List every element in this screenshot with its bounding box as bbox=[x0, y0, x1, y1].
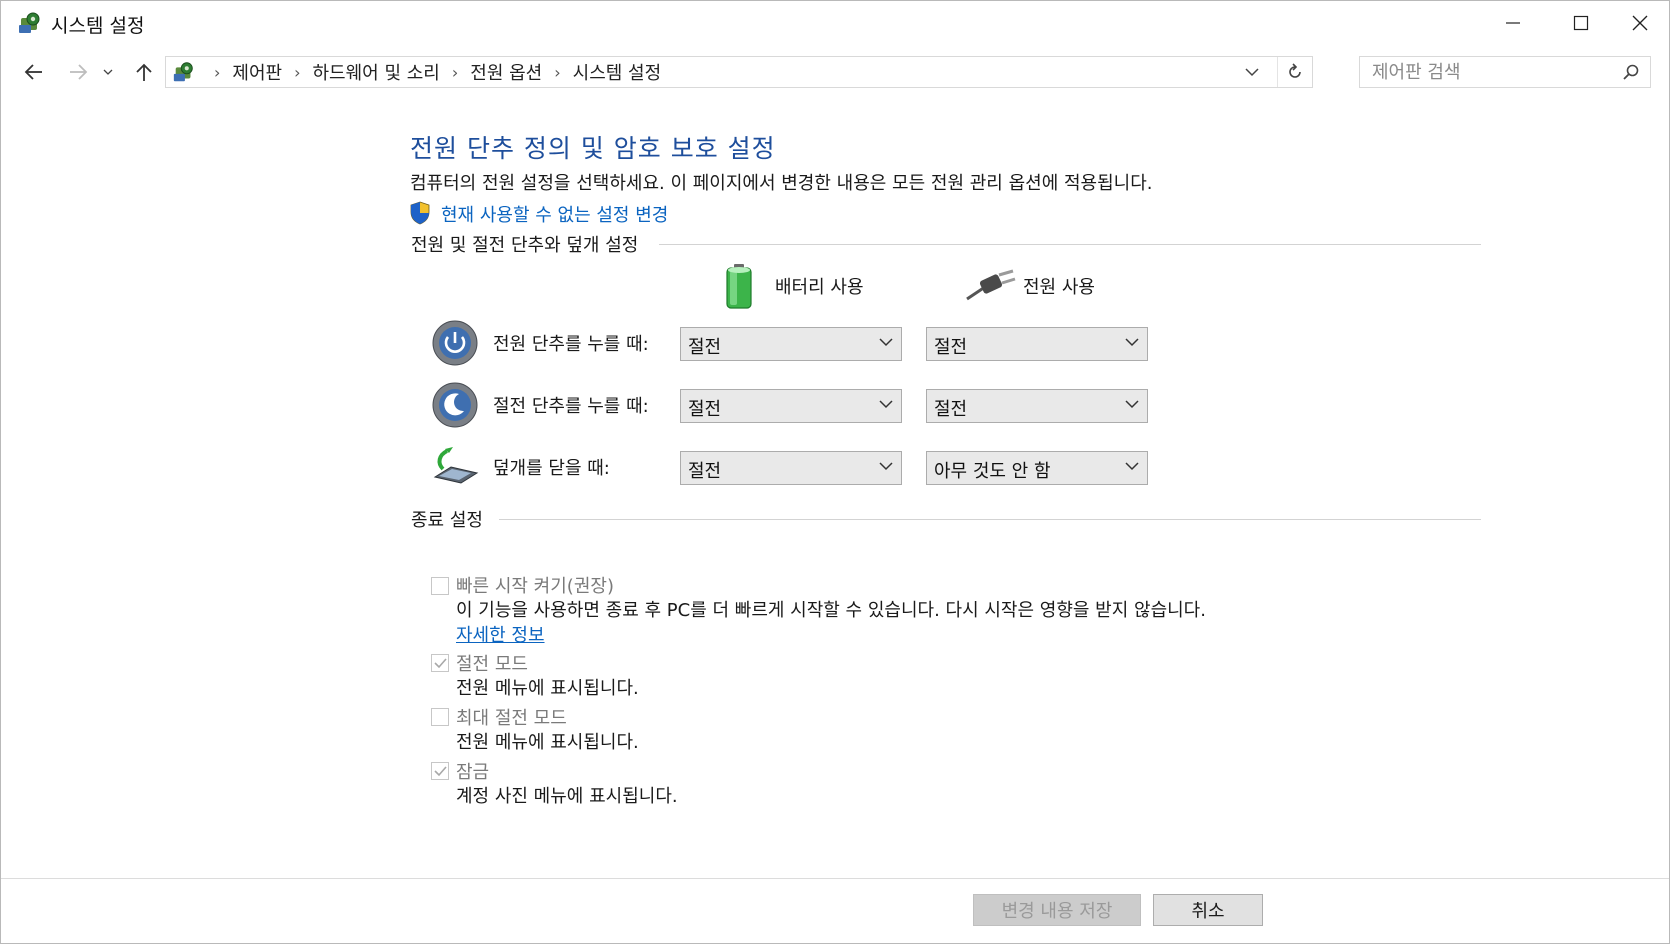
hibernate-label: 최대 절전 모드 bbox=[456, 708, 567, 729]
power-button-plugged-value: 절전 bbox=[934, 337, 968, 358]
recent-dropdown-icon bbox=[103, 69, 113, 75]
uac-shield-icon bbox=[410, 201, 430, 225]
cancel-button[interactable]: 취소 bbox=[1153, 894, 1263, 926]
breadcrumb-separator[interactable]: › bbox=[452, 63, 458, 82]
plug-icon bbox=[966, 269, 1016, 301]
checkmark-icon bbox=[434, 658, 447, 669]
close-button[interactable] bbox=[1611, 1, 1669, 45]
lock-checkbox[interactable] bbox=[431, 762, 449, 780]
up-button[interactable] bbox=[129, 57, 159, 87]
power-section-header: 전원 및 절전 단추와 덮개 설정 bbox=[411, 231, 1481, 256]
footer-divider bbox=[1, 878, 1669, 879]
search-icon[interactable] bbox=[1622, 63, 1640, 81]
chevron-down-icon bbox=[1125, 462, 1139, 471]
close-icon bbox=[1632, 15, 1648, 31]
sleep-button-plugged-select[interactable]: 절전 bbox=[926, 389, 1148, 423]
lid-close-plugged-select[interactable]: 아무 것도 안 함 bbox=[926, 451, 1148, 485]
section-divider bbox=[499, 519, 1481, 520]
plugged-column-header: 전원 사용 bbox=[1023, 277, 1095, 298]
back-button[interactable] bbox=[19, 57, 49, 87]
refresh-button[interactable] bbox=[1277, 57, 1312, 87]
page-title: 전원 단추 정의 및 암호 보호 설정 bbox=[410, 134, 776, 163]
laptop-lid-icon bbox=[433, 447, 479, 484]
sleep-label: 절전 모드 bbox=[456, 654, 528, 675]
chevron-down-icon bbox=[1125, 338, 1139, 347]
sleep-button-label: 절전 단추를 누를 때: bbox=[493, 396, 649, 417]
lid-close-battery-value: 절전 bbox=[688, 461, 722, 482]
chevron-down-icon bbox=[879, 400, 893, 409]
hibernate-checkbox[interactable] bbox=[431, 708, 449, 726]
minimize-icon bbox=[1506, 22, 1520, 24]
power-button-icon bbox=[432, 320, 478, 366]
breadcrumb-hardware-sound[interactable]: 하드웨어 및 소리 bbox=[313, 59, 440, 85]
window: 시스템 설정 › 제어판 › 하드웨어 및 소리 › 전원 옵션 › 시스템 설… bbox=[0, 0, 1670, 944]
sleep-button-icon bbox=[432, 382, 478, 428]
refresh-icon bbox=[1289, 63, 1301, 78]
checkmark-icon bbox=[434, 766, 447, 777]
breadcrumb-separator[interactable]: › bbox=[294, 63, 300, 82]
breadcrumb-separator[interactable]: › bbox=[554, 63, 560, 82]
sleep-checkbox[interactable] bbox=[431, 654, 449, 672]
power-section-title: 전원 및 절전 단추와 덮개 설정 bbox=[411, 235, 639, 256]
lid-close-plugged-value: 아무 것도 안 함 bbox=[934, 461, 1051, 482]
chevron-down-icon bbox=[1245, 67, 1259, 76]
breadcrumb-system-settings[interactable]: 시스템 설정 bbox=[573, 59, 662, 85]
control-panel-icon bbox=[19, 12, 40, 33]
breadcrumb-control-panel[interactable]: 제어판 bbox=[232, 59, 282, 85]
chevron-down-icon bbox=[879, 462, 893, 471]
change-unavailable-settings-link[interactable]: 현재 사용할 수 없는 설정 변경 bbox=[441, 201, 668, 227]
breadcrumb-power-options[interactable]: 전원 옵션 bbox=[470, 59, 542, 85]
forward-arrow-icon bbox=[70, 64, 88, 80]
shutdown-section-title: 종료 설정 bbox=[411, 510, 483, 531]
hibernate-description: 전원 메뉴에 표시됩니다. bbox=[456, 732, 639, 753]
maximize-button[interactable] bbox=[1547, 1, 1615, 45]
minimize-button[interactable] bbox=[1479, 1, 1547, 45]
lid-close-battery-select[interactable]: 절전 bbox=[680, 451, 902, 485]
maximize-icon bbox=[1573, 15, 1589, 31]
power-button-label: 전원 단추를 누를 때: bbox=[493, 334, 649, 355]
control-panel-icon bbox=[173, 62, 193, 82]
chevron-down-icon bbox=[1125, 400, 1139, 409]
lid-close-label: 덮개를 닫을 때: bbox=[493, 458, 610, 479]
recent-locations-button[interactable] bbox=[98, 57, 118, 87]
power-button-battery-select[interactable]: 절전 bbox=[680, 327, 902, 361]
address-history-button[interactable] bbox=[1236, 57, 1268, 87]
chevron-down-icon bbox=[879, 338, 893, 347]
main-content: 전원 단추 정의 및 암호 보호 설정 컴퓨터의 전원 설정을 선택하세요. 이… bbox=[1, 101, 1669, 881]
lock-description: 계정 사진 메뉴에 표시됩니다. bbox=[456, 786, 678, 807]
back-arrow-icon bbox=[24, 64, 42, 80]
section-divider bbox=[659, 244, 1481, 245]
search-input[interactable] bbox=[1372, 57, 1612, 87]
forward-button[interactable] bbox=[63, 57, 93, 87]
sleep-description: 전원 메뉴에 표시됩니다. bbox=[456, 678, 639, 699]
fast-startup-label: 빠른 시작 켜기(권장) bbox=[456, 576, 614, 597]
title-bar: 시스템 설정 bbox=[1, 1, 1669, 45]
more-info-link[interactable]: 자세한 정보 bbox=[456, 621, 545, 647]
breadcrumb-separator: › bbox=[214, 62, 221, 82]
up-arrow-icon bbox=[136, 63, 152, 81]
sleep-button-battery-value: 절전 bbox=[688, 399, 722, 420]
fast-startup-description: 이 기능을 사용하면 종료 후 PC를 더 빠르게 시작할 수 있습니다. 다시… bbox=[456, 600, 1206, 621]
shutdown-section-header: 종료 설정 bbox=[411, 506, 1481, 531]
address-bar[interactable]: › 제어판 › 하드웨어 및 소리 › 전원 옵션 › 시스템 설정 bbox=[165, 56, 1313, 88]
window-title: 시스템 설정 bbox=[51, 15, 145, 37]
sleep-button-plugged-value: 절전 bbox=[934, 399, 968, 420]
fast-startup-checkbox[interactable] bbox=[431, 577, 449, 595]
save-changes-button[interactable]: 변경 내용 저장 bbox=[973, 894, 1141, 926]
sleep-button-battery-select[interactable]: 절전 bbox=[680, 389, 902, 423]
breadcrumb: › 제어판 › 하드웨어 및 소리 › 전원 옵션 › 시스템 설정 bbox=[202, 57, 661, 87]
search-box[interactable] bbox=[1359, 56, 1651, 88]
power-button-battery-value: 절전 bbox=[688, 337, 722, 358]
page-description: 컴퓨터의 전원 설정을 선택하세요. 이 페이지에서 변경한 내용은 모든 전원… bbox=[410, 173, 1153, 194]
battery-column-header: 배터리 사용 bbox=[775, 277, 864, 298]
battery-icon bbox=[726, 264, 752, 309]
power-button-plugged-select[interactable]: 절전 bbox=[926, 327, 1148, 361]
lock-label: 잠금 bbox=[456, 762, 490, 783]
